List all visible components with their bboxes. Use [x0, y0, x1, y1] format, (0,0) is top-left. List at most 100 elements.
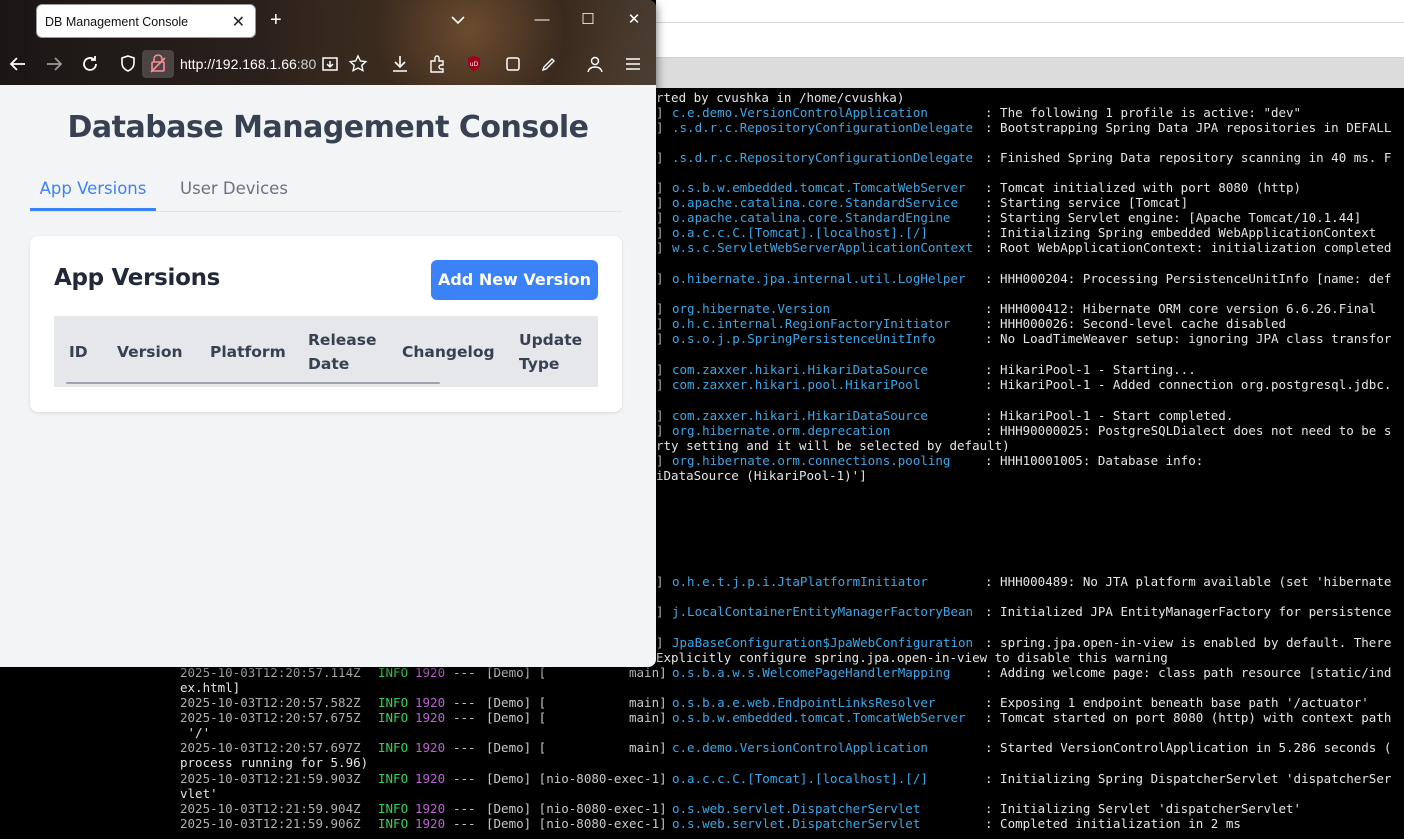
tab-close-icon[interactable]: ✕ — [232, 12, 245, 32]
log-logger: o.a.c.c.C.[Tomcat].[localhost].[/] — [672, 225, 928, 240]
downloads-icon[interactable] — [389, 53, 411, 75]
log-continuation: vlet' — [180, 786, 218, 801]
minimize-icon[interactable]: — — [522, 6, 562, 34]
log-message: : Finished Spring Data repository scanni… — [985, 150, 1392, 165]
url-text[interactable]: http://192.168.1.66:80 — [180, 56, 316, 72]
log-thread: [Demo] [ main] — [486, 740, 667, 755]
log-message: : Adding welcome page: class path resour… — [985, 665, 1392, 680]
log-bracket: ] — [656, 331, 664, 346]
log-thread: [Demo] [ main] — [486, 665, 667, 680]
log-bracket: ] — [656, 195, 664, 210]
log-logger: o.s.b.w.embedded.tomcat.TomcatWebServer — [672, 710, 966, 725]
log-message: : Tomcat initialized with port 8080 (htt… — [985, 180, 1302, 195]
browser-window[interactable]: DB Management Console ✕ + — ☐ ✕ http://1… — [0, 0, 656, 667]
log-separator: --- — [453, 695, 476, 710]
log-pid: 1920 — [415, 695, 446, 710]
reload-icon[interactable] — [79, 53, 101, 75]
log-thread: [Demo] [nio-8080-exec-1] — [486, 816, 667, 831]
column-header-platform[interactable]: Platform — [210, 340, 286, 364]
table-horizontal-scrollbar[interactable] — [66, 382, 440, 384]
log-bracket: ] — [656, 316, 664, 331]
back-icon[interactable] — [7, 53, 29, 75]
log-logger: o.s.b.a.w.s.WelcomePageHandlerMapping — [672, 665, 951, 680]
tab-user-devices[interactable]: User Devices — [168, 167, 300, 211]
menu-icon[interactable] — [622, 53, 644, 75]
add-new-version-button[interactable]: Add New Version — [431, 260, 598, 300]
log-level: INFO — [378, 665, 409, 680]
log-bracket: ] — [656, 377, 664, 392]
navigation-toolbar: http://192.168.1.66:80 uD — [0, 44, 656, 84]
log-logger: o.apache.catalina.core.StandardService — [672, 195, 958, 210]
browser-tab[interactable]: DB Management Console ✕ — [36, 4, 256, 38]
log-logger: o.hibernate.jpa.internal.util.LogHelper — [672, 271, 966, 286]
log-continuation: ex.html] — [180, 680, 241, 695]
account-icon[interactable] — [584, 53, 606, 75]
maximize-icon[interactable]: ☐ — [568, 6, 608, 34]
log-logger: o.s.web.servlet.DispatcherServlet — [672, 816, 921, 831]
background-window-toolbar — [656, 23, 1404, 58]
log-continuation: process running for 5.96) — [180, 755, 369, 770]
column-header-id[interactable]: ID — [69, 340, 88, 364]
card-title: App Versions — [54, 265, 221, 291]
log-bracket: ] — [656, 210, 664, 225]
log-message: : HikariPool-1 - Starting... — [985, 362, 1196, 377]
close-window-icon[interactable]: ✕ — [614, 6, 654, 34]
log-message: : HHH10001005: Database info: — [985, 453, 1204, 468]
browser-titlebar[interactable]: DB Management Console ✕ + — ☐ ✕ http://1… — [0, 0, 656, 85]
ublock-icon[interactable]: uD — [463, 53, 485, 75]
lock-icon[interactable] — [142, 50, 174, 78]
log-logger: o.s.web.servlet.DispatcherServlet — [672, 801, 921, 816]
column-header-update-type-line1[interactable]: Update — [519, 328, 582, 352]
log-message: : Starting service [Tomcat] — [985, 195, 1189, 210]
log-message: : No LoadTimeWeaver setup: ignoring JPA … — [985, 331, 1392, 346]
log-message: : HHH000489: No JTA platform available (… — [985, 574, 1392, 589]
log-bracket: ] — [656, 408, 664, 423]
log-level: INFO — [378, 740, 409, 755]
chevron-down-icon[interactable] — [448, 10, 468, 30]
log-logger: org.hibernate.orm.deprecation — [672, 423, 891, 438]
log-message: : Initializing Spring DispatcherServlet … — [985, 771, 1392, 786]
column-header-release-date-line2[interactable]: Date — [308, 352, 349, 376]
column-header-changelog[interactable]: Changelog — [402, 340, 495, 364]
log-bracket: ] — [656, 105, 664, 120]
tab-title: DB Management Console — [45, 15, 189, 29]
shield-icon[interactable] — [117, 53, 139, 75]
extensions-icon[interactable] — [426, 53, 448, 75]
log-separator: --- — [453, 710, 476, 725]
extension-icon[interactable] — [502, 53, 524, 75]
log-level: INFO — [378, 816, 409, 831]
log-bracket: ] — [656, 362, 664, 377]
bookmark-star-icon[interactable] — [347, 53, 369, 75]
log-logger: com.zaxxer.hikari.pool.HikariPool — [672, 377, 921, 392]
tab-app-versions[interactable]: App Versions — [30, 167, 156, 211]
log-separator: --- — [453, 816, 476, 831]
log-pid: 1920 — [415, 771, 446, 786]
log-message: : Completed initialization in 2 ms — [985, 816, 1241, 831]
log-logger: .s.d.r.c.RepositoryConfigurationDelegate — [672, 150, 974, 165]
log-message: : The following 1 profile is active: "de… — [985, 105, 1302, 120]
log-logger: o.h.c.internal.RegionFactoryInitiator — [672, 316, 951, 331]
column-header-version[interactable]: Version — [117, 340, 183, 364]
versions-table[interactable]: ID Version Platform Release Date Changel… — [54, 316, 598, 387]
log-logger: com.zaxxer.hikari.HikariDataSource — [672, 362, 928, 377]
log-level: INFO — [378, 801, 409, 816]
log-bracket: ] — [656, 604, 664, 619]
log-logger: JpaBaseConfiguration$JpaWebConfiguration — [672, 635, 974, 650]
column-header-release-date-line1[interactable]: Release — [308, 328, 376, 352]
log-pid: 1920 — [415, 665, 446, 680]
address-bar[interactable]: http://192.168.1.66:80 — [142, 50, 320, 78]
new-tab-icon[interactable]: + — [270, 10, 282, 30]
forward-icon[interactable] — [43, 53, 65, 75]
log-logger: w.s.c.ServletWebServerApplicationContext — [672, 240, 974, 255]
log-timestamp: 2025-10-03T12:20:57.114Z — [180, 665, 361, 680]
page-title: Database Management Console — [67, 110, 589, 145]
log-timestamp: 2025-10-03T12:21:59.904Z — [180, 801, 361, 816]
page-action-icon[interactable] — [319, 53, 341, 75]
log-pid: 1920 — [415, 740, 446, 755]
pen-icon[interactable] — [538, 53, 560, 75]
log-logger: o.apache.catalina.core.StandardEngine — [672, 210, 951, 225]
log-message: : Initialized JPA EntityManagerFactory f… — [985, 604, 1392, 619]
log-level: INFO — [378, 710, 409, 725]
log-logger: org.hibernate.orm.connections.pooling — [672, 453, 951, 468]
column-header-update-type-line2[interactable]: Type — [519, 352, 559, 376]
